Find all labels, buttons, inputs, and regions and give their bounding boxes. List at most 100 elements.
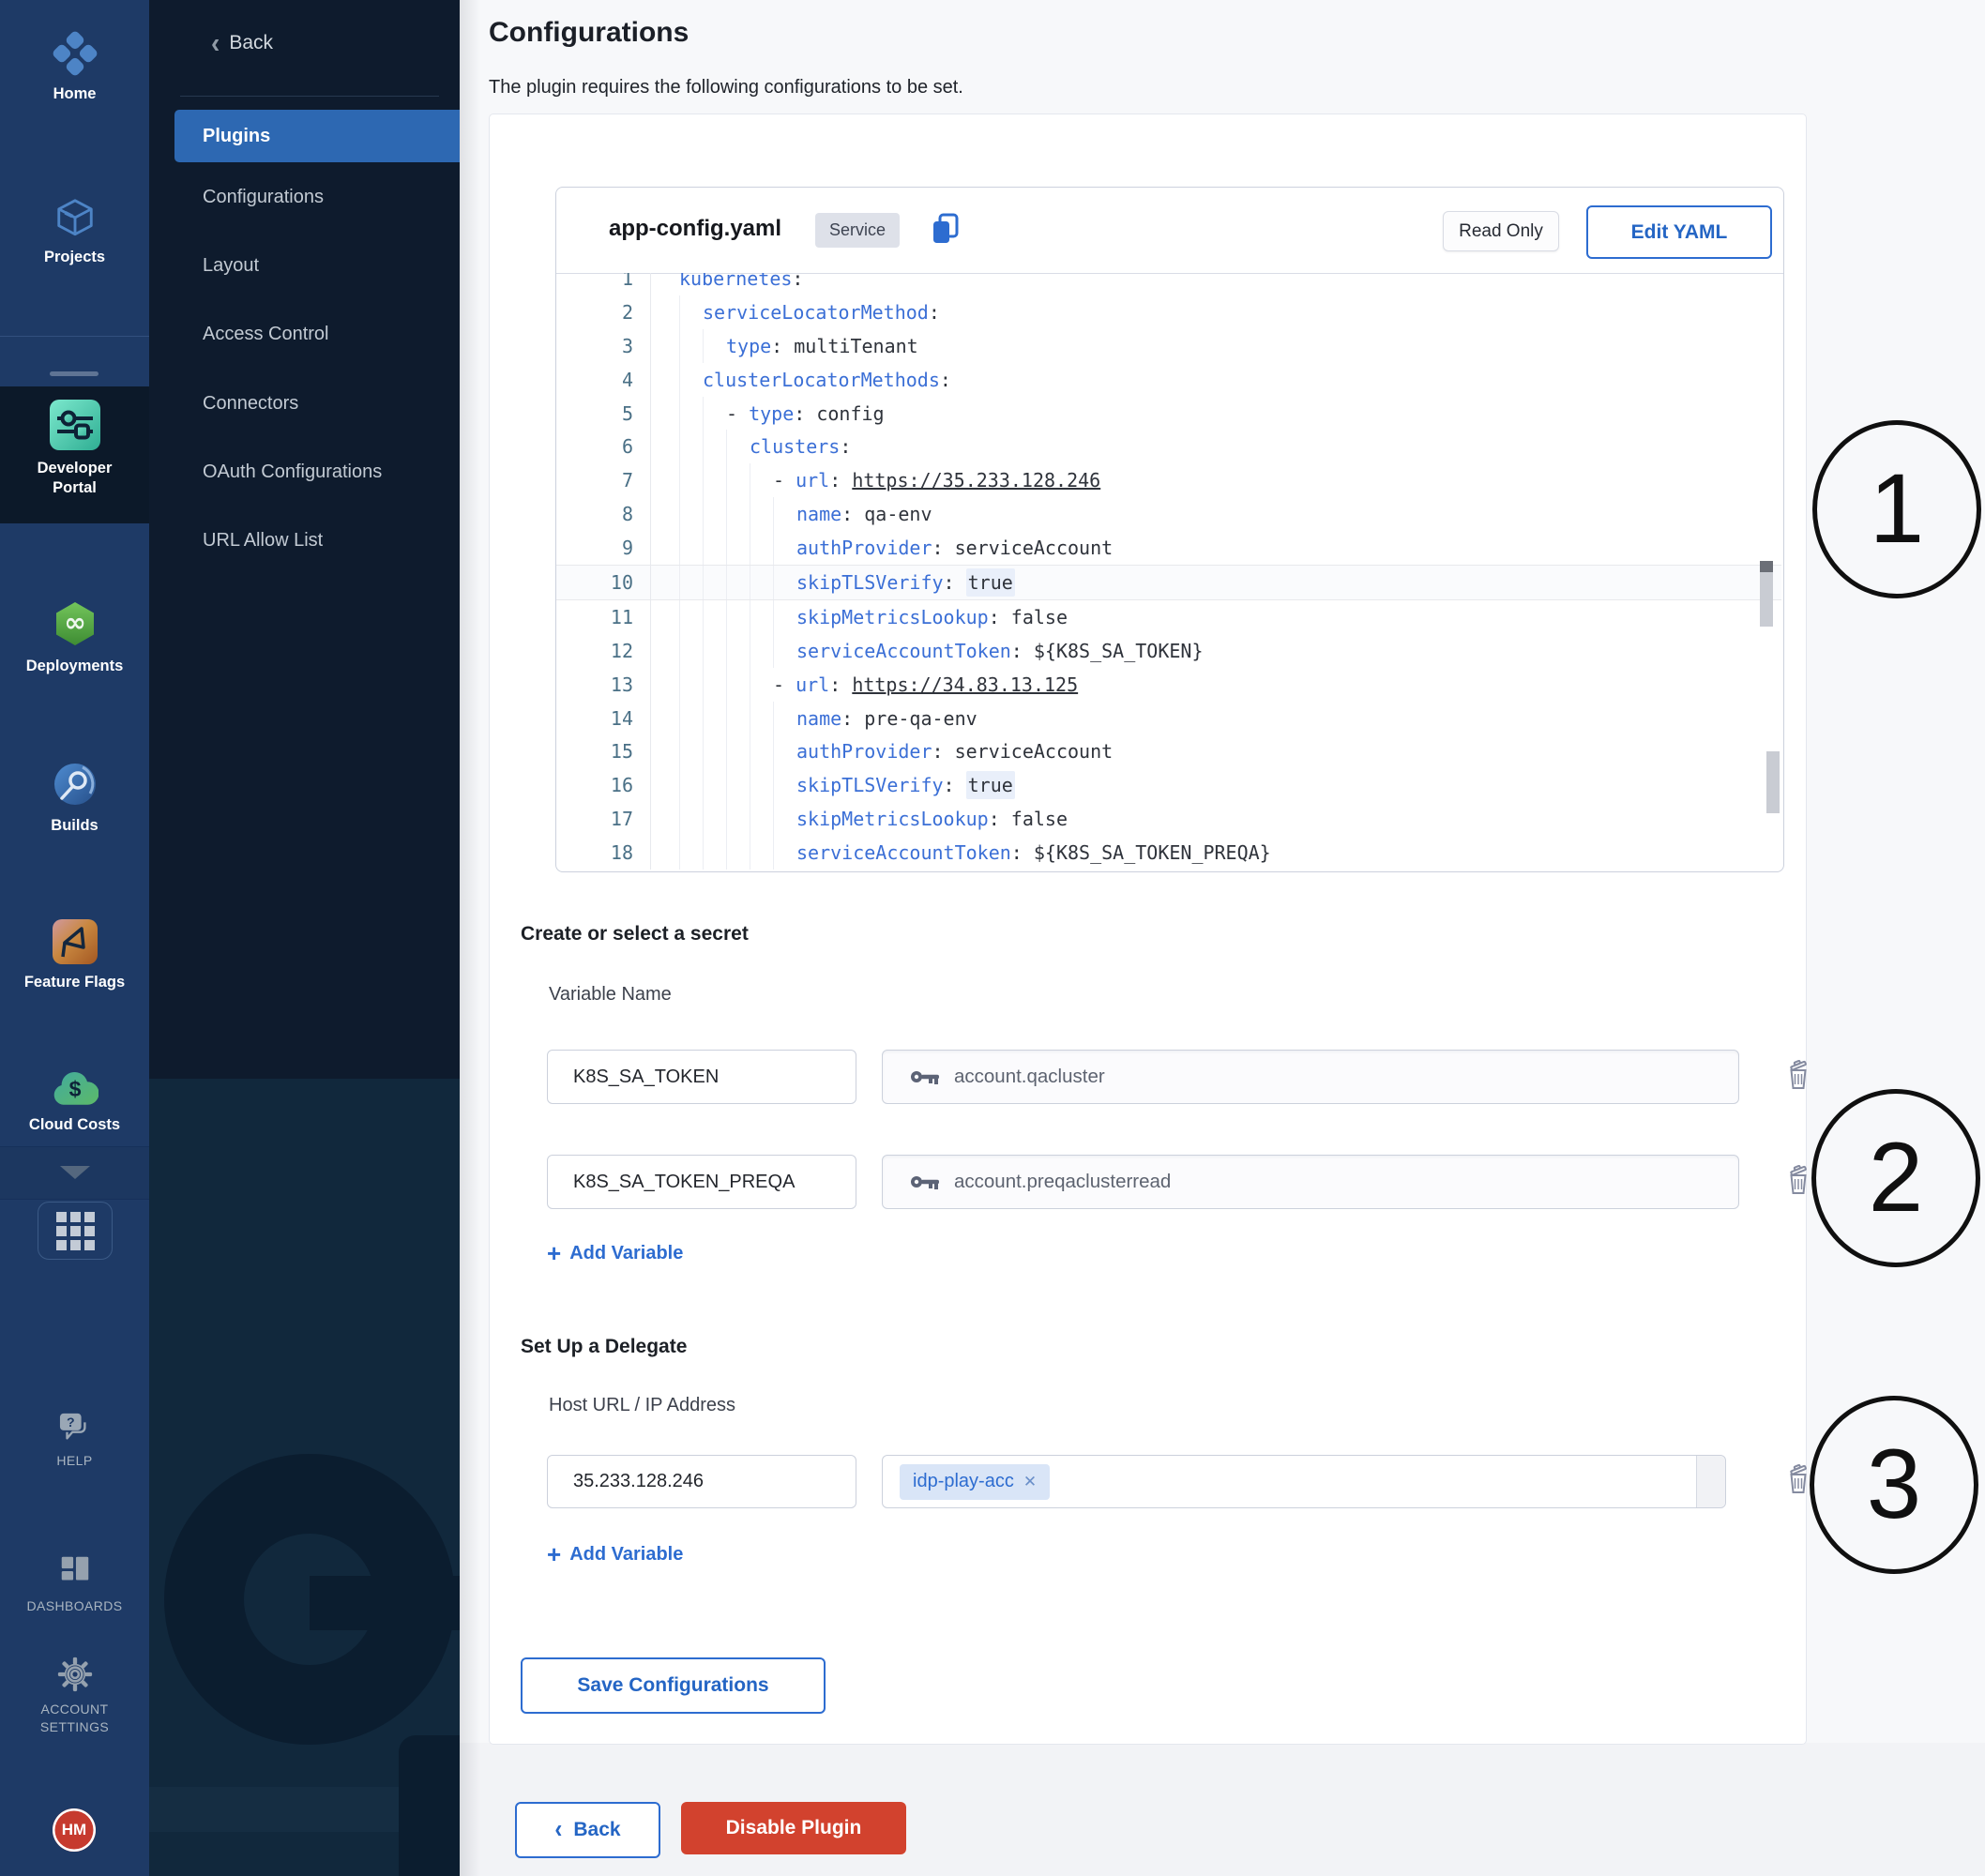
help-icon: ?: [57, 1412, 93, 1444]
decor-bar: [310, 1576, 460, 1630]
variable-name-input-2[interactable]: K8S_SA_TOKEN_PREQA: [547, 1155, 856, 1209]
annotation-number: 1: [1870, 453, 1924, 566]
annotation-number: 3: [1867, 1429, 1921, 1541]
line-number: 13: [556, 668, 650, 702]
save-configurations-button[interactable]: Save Configurations: [521, 1657, 826, 1714]
nav-item-plugins[interactable]: Plugins: [174, 110, 460, 162]
sidebar-item-home[interactable]: Home: [0, 31, 149, 104]
sidebar-item-label: DASHBOARDS: [26, 1597, 122, 1615]
grid-apps-icon: [56, 1212, 95, 1250]
sidebar-decoration: INTERNAL DEVELOPER Portal: [149, 1079, 460, 1876]
nav-item-configurations[interactable]: Configurations: [203, 187, 324, 208]
disable-plugin-button[interactable]: Disable Plugin: [681, 1802, 906, 1854]
nav-item-layout[interactable]: Layout: [203, 255, 259, 277]
sidebar-item-help[interactable]: ? HELP: [0, 1412, 149, 1470]
yaml-editor-card: app-config.yaml Service Read Only Edit Y…: [555, 187, 1784, 872]
back-link[interactable]: ‹ Back: [211, 30, 273, 56]
tag-chip: idp-play-acc ✕: [900, 1464, 1050, 1500]
sidebar-item-label: Feature Flags: [24, 973, 125, 992]
svg-text:?: ?: [66, 1415, 74, 1430]
sidebar-divider: [0, 336, 149, 337]
add-variable-label: Add Variable: [569, 1544, 683, 1566]
sidebar-item-feature-flags[interactable]: Feature Flags: [0, 919, 149, 992]
copy-icon[interactable]: [930, 212, 962, 246]
sidebar-item-label: Home: [53, 84, 97, 104]
nav-item-oauth-configurations[interactable]: OAuth Configurations: [203, 461, 382, 483]
close-icon[interactable]: ✕: [1023, 1473, 1037, 1491]
scrollbar-thumb[interactable]: [1760, 572, 1773, 627]
feature-flags-icon: [53, 919, 98, 964]
secrets-section-heading: Create or select a secret: [521, 923, 749, 946]
tag-chip-label: idp-play-acc: [913, 1471, 1014, 1492]
annotation-circle-1: 1: [1812, 420, 1981, 598]
line-number: 5: [556, 397, 650, 431]
module-switcher-button[interactable]: [38, 1202, 113, 1260]
nav-item-access-control[interactable]: Access Control: [203, 324, 329, 345]
sidebar-item-developer-portal[interactable]: DeveloperPortal: [0, 400, 149, 498]
sidebar-item-deployments[interactable]: ∞ Deployments: [0, 599, 149, 676]
delegate-tags-input[interactable]: idp-play-acc ✕: [882, 1455, 1726, 1508]
decor-rect: [399, 1735, 460, 1876]
secret-select-1[interactable]: account.qacluster: [882, 1050, 1739, 1104]
yaml-code-area[interactable]: 1 kubernetes:2 serviceLocatorMethod:3 ty…: [556, 273, 1781, 870]
page-title: Configurations: [489, 17, 689, 49]
key-icon: [909, 1173, 941, 1190]
line-number: 11: [556, 600, 650, 634]
line-number: 14: [556, 702, 650, 735]
sidebar-collapse-dash: [50, 371, 98, 376]
code-line-18: 18 serviceAccountToken: ${K8S_SA_TOKEN_P…: [556, 836, 1781, 870]
yaml-filename: app-config.yaml: [609, 216, 781, 242]
line-number: 3: [556, 329, 650, 363]
secondary-sidebar: ‹ Back Plugins Configurations Layout Access…: [149, 0, 460, 1876]
host-url-input[interactable]: 35.233.128.246: [547, 1455, 856, 1508]
variable-name-input-1[interactable]: K8S_SA_TOKEN: [547, 1050, 856, 1104]
back-button[interactable]: ‹ Back: [515, 1802, 660, 1858]
sidebar-item-cloud-costs[interactable]: $ Cloud Costs: [0, 1070, 149, 1135]
edit-yaml-button[interactable]: Edit YAML: [1586, 205, 1772, 259]
sidebar-item-label: Projects: [44, 248, 105, 267]
secret-select-2[interactable]: account.preqaclusterread: [882, 1155, 1739, 1209]
nav-item-connectors[interactable]: Connectors: [203, 393, 298, 415]
delete-variable-button-1[interactable]: [1784, 1060, 1816, 1096]
code-line-3: 3 type: multiTenant: [556, 329, 1781, 363]
plus-icon: +: [547, 1241, 561, 1265]
sidebar-item-dashboards[interactable]: DASHBOARDS: [0, 1553, 149, 1615]
dashboards-icon: [57, 1553, 93, 1589]
scrollbar-mark: [1760, 561, 1773, 572]
secret-value: account.qacluster: [954, 1066, 1105, 1088]
add-variable-link-delegate[interactable]: + Add Variable: [547, 1542, 683, 1566]
svg-text:∞: ∞: [64, 607, 85, 638]
annotation-circle-2: 2: [1811, 1089, 1980, 1267]
yaml-editor-header: app-config.yaml Service Read Only Edit Y…: [556, 188, 1783, 274]
sidebar-chevron-strip[interactable]: [0, 1146, 149, 1200]
code-line-6: 6 clusters:: [556, 430, 1781, 463]
add-variable-link-secrets[interactable]: + Add Variable: [547, 1241, 683, 1265]
line-number: 16: [556, 768, 650, 802]
sidebar-item-projects[interactable]: Projects: [0, 196, 149, 267]
nav-item-label: Plugins: [203, 126, 270, 147]
sidebar-item-builds[interactable]: Builds: [0, 761, 149, 836]
sidebar-item-label: Deployments: [26, 657, 124, 676]
page-subtitle: The plugin requires the following config…: [489, 77, 963, 98]
tag-input-strip: [1696, 1456, 1725, 1507]
primary-sidebar: Home Projects DeveloperPortal ∞ Deploymen…: [0, 0, 149, 1876]
code-line-7: 7 - url: https://35.233.128.246: [556, 463, 1781, 497]
code-line-13: 13 - url: https://34.83.13.125: [556, 668, 1781, 702]
sidebar-item-label: Builds: [51, 816, 98, 836]
sidebar-item-account-settings[interactable]: ACCOUNTSETTINGS: [0, 1657, 149, 1736]
nav-item-url-allow-list[interactable]: URL Allow List: [203, 530, 323, 552]
nav-divider: [180, 96, 439, 97]
add-variable-label: Add Variable: [569, 1243, 683, 1264]
chevron-down-icon: [60, 1166, 90, 1179]
line-number: 12: [556, 634, 650, 668]
scrollbar-thumb[interactable]: [1766, 751, 1780, 813]
service-badge: Service: [815, 213, 900, 248]
deployments-icon: ∞: [51, 599, 99, 648]
annotation-circle-3: 3: [1810, 1396, 1978, 1574]
line-number: 1: [556, 273, 650, 295]
variable-name-label: Variable Name: [549, 984, 672, 1006]
line-number: 7: [556, 463, 650, 497]
cloud-costs-icon: $: [52, 1070, 98, 1107]
avatar[interactable]: HM: [53, 1808, 96, 1852]
sidebar-item-label: HELP: [56, 1452, 92, 1470]
